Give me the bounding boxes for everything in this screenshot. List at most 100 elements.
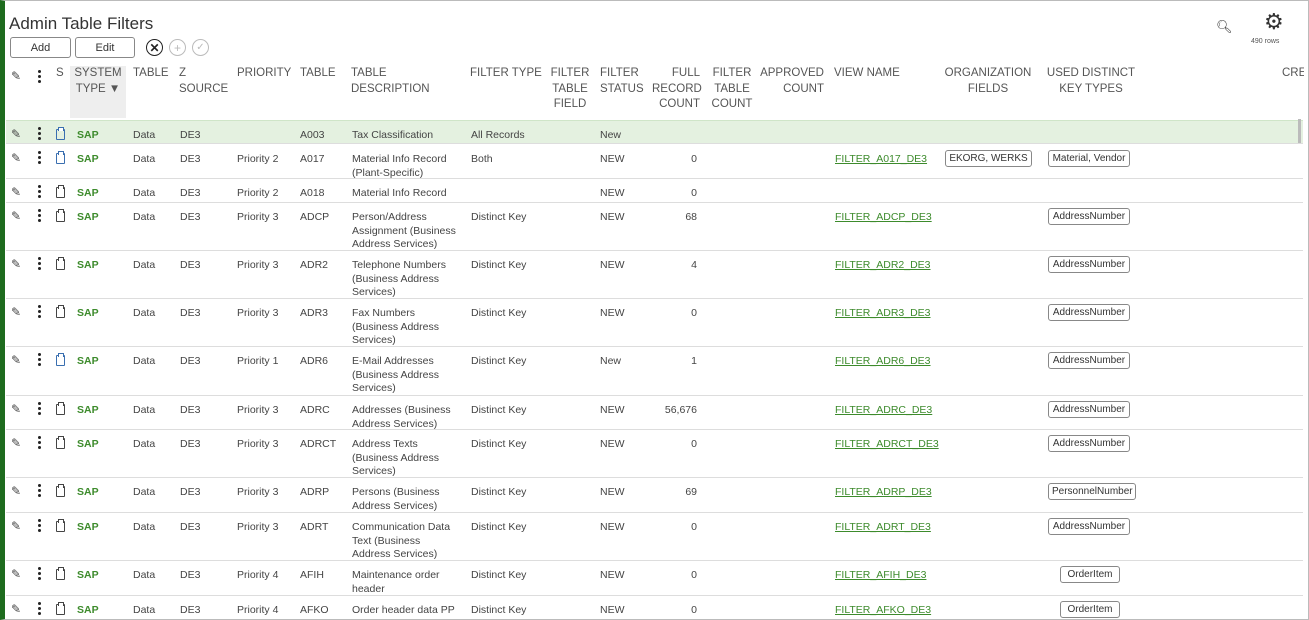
scrollbar[interactable] [1298, 119, 1301, 143]
pencil-icon[interactable]: ✎ [11, 258, 21, 270]
pencil-icon[interactable]: ✎ [11, 603, 21, 615]
kebab-menu-icon[interactable] [38, 209, 41, 222]
cell-view-name[interactable]: FILTER_ADCP_DE3 [835, 211, 932, 225]
clipboard-icon[interactable] [56, 353, 65, 366]
table-row[interactable]: ✎ SAP Data DE3 Priority 3 ADRC Addresses (Busi… [6, 396, 1303, 430]
table-row[interactable]: ✎ SAP Data DE3 Priority 3 ADRT Communication D… [6, 513, 1303, 561]
col-used-distinct-key-types[interactable]: USED DISTINCT KEY TYPES [1036, 66, 1146, 97]
cell-view-name[interactable]: FILTER_AFIH_DE3 [835, 569, 926, 583]
pencil-icon[interactable]: ✎ [11, 152, 21, 164]
clipboard-icon[interactable] [56, 519, 65, 532]
col-view-name[interactable]: VIEW NAME [834, 66, 914, 82]
cell-table-description: Address Texts (Business Address Services… [352, 438, 439, 477]
pencil-icon[interactable]: ✎ [11, 128, 21, 140]
table-row[interactable]: ✎ SAP Data DE3 Priority 1 ADR6 E-Mail Addresse… [6, 347, 1303, 396]
clipboard-icon[interactable] [56, 209, 65, 222]
cell-view-name[interactable]: FILTER_ADRCT_DE3 [835, 438, 939, 452]
pencil-icon[interactable]: ✎ [11, 354, 21, 366]
key-type-chip: PersonnelNumber [1048, 483, 1136, 500]
col-full-record-count[interactable]: FULL RECORD COUNT [652, 66, 702, 113]
table-row[interactable]: ✎ SAP Data DE3 Priority 4 AFKO Order header da… [6, 596, 1303, 620]
kebab-menu-icon[interactable] [38, 484, 41, 497]
pencil-icon[interactable]: ✎ [11, 437, 21, 449]
add-circle-icon[interactable]: + [169, 39, 186, 56]
pencil-icon[interactable]: ✎ [11, 186, 21, 198]
key-type-chip: OrderItem [1060, 601, 1120, 618]
col-cre[interactable]: CRE [1282, 66, 1304, 82]
cell-view-name[interactable]: FILTER_A017_DE3 [835, 153, 927, 167]
cell-full-record-count: 0 [691, 521, 697, 533]
kebab-menu-icon[interactable] [38, 519, 41, 532]
kebab-menu-icon[interactable] [38, 567, 41, 580]
cell-view-name[interactable]: FILTER_ADR3_DE3 [835, 307, 931, 321]
cell-filter-type: Distinct Key [471, 569, 527, 581]
kebab-menu-icon[interactable] [38, 353, 41, 366]
add-button[interactable]: Add [10, 37, 71, 58]
table-row[interactable]: ✎ SAP Data DE3 Priority 2 A017 Material Info R… [6, 145, 1303, 179]
table-row[interactable]: ✎ SAP Data DE3 Priority 3 ADR3 Fax Numbers (Bu… [6, 299, 1303, 347]
table-row[interactable]: ✎ SAP Data DE3 Priority 3 ADCP Person/Address … [6, 203, 1303, 251]
edit-button[interactable]: Edit [75, 37, 135, 58]
clipboard-icon[interactable] [56, 127, 65, 140]
clipboard-icon[interactable] [56, 602, 65, 615]
cell-view-name[interactable]: FILTER_ADRT_DE3 [835, 521, 931, 535]
clipboard-icon[interactable] [56, 305, 65, 318]
clipboard-icon[interactable] [56, 151, 65, 164]
clipboard-icon[interactable] [56, 257, 65, 270]
col-table-description[interactable]: TABLE DESCRIPTION [351, 66, 441, 97]
cell-view-name[interactable]: FILTER_ADRP_DE3 [835, 486, 932, 500]
cell-z-source: DE3 [180, 438, 201, 450]
table-row[interactable]: ✎ SAP Data DE3 Priority 3 ADRCT Address Texts … [6, 430, 1303, 478]
clipboard-icon[interactable] [56, 484, 65, 497]
cell-filter-status: NEW [600, 187, 625, 199]
col-table-name[interactable]: TABLE [300, 66, 344, 82]
col-filter-table-field[interactable]: FILTER TABLE FIELD [549, 66, 591, 113]
page-title: Admin Table Filters [9, 14, 154, 33]
search-icon[interactable]: 🔍︎ [1216, 19, 1233, 35]
clipboard-icon[interactable] [56, 436, 65, 449]
kebab-menu-icon[interactable] [38, 402, 41, 415]
clipboard-icon[interactable] [56, 402, 65, 415]
table-row[interactable]: ✎ SAP Data DE3 A003 Tax Classification All Rec… [6, 120, 1303, 144]
pencil-icon[interactable]: ✎ [11, 568, 21, 580]
cell-table-name: A017 [300, 153, 325, 165]
table-row[interactable]: ✎ SAP Data DE3 Priority 4 AFIH Maintenance ord… [6, 561, 1303, 596]
kebab-menu-icon[interactable] [38, 602, 41, 615]
pencil-icon[interactable]: ✎ [11, 485, 21, 497]
col-priority[interactable]: PRIORITY [237, 66, 295, 82]
pencil-icon[interactable]: ✎ [11, 403, 21, 415]
kebab-menu-icon[interactable] [38, 257, 41, 270]
cell-view-name[interactable]: FILTER_ADR2_DE3 [835, 259, 931, 273]
cell-view-name[interactable]: FILTER_AFKO_DE3 [835, 604, 931, 618]
col-system-type[interactable]: SYSTEM TYPE ▼ [70, 66, 126, 118]
cell-view-name[interactable]: FILTER_ADRC_DE3 [835, 404, 932, 418]
pencil-icon[interactable]: ✎ [11, 306, 21, 318]
col-z-source[interactable]: Z SOURCE [179, 66, 231, 97]
clipboard-icon[interactable] [56, 567, 65, 580]
pencil-icon[interactable]: ✎ [11, 210, 21, 222]
col-organization-fields[interactable]: ORGANIZATION FIELDS [944, 66, 1032, 97]
col-s[interactable]: S [56, 66, 68, 82]
confirm-check-icon[interactable]: ✓ [192, 39, 209, 56]
col-filter-status[interactable]: FILTER STATUS [600, 66, 644, 97]
pencil-icon[interactable]: ✎ [11, 520, 21, 532]
cell-filter-type: Distinct Key [471, 438, 527, 450]
kebab-menu-icon[interactable] [38, 151, 41, 164]
col-filter-table-count[interactable]: FILTER TABLE COUNT [711, 66, 753, 113]
kebab-menu-icon[interactable] [38, 305, 41, 318]
kebab-menu-icon[interactable] [38, 436, 41, 449]
kebab-menu-icon[interactable] [38, 127, 41, 140]
cell-table-name: A003 [300, 129, 325, 141]
table-row[interactable]: ✎ SAP Data DE3 Priority 2 A018 Material Info R… [6, 179, 1303, 203]
search-input[interactable] [1232, 16, 1260, 34]
clear-filter-icon[interactable]: ✕ [146, 39, 163, 56]
col-filter-type[interactable]: FILTER TYPE [470, 66, 544, 82]
gear-icon[interactable]: ⚙︎ [1264, 11, 1284, 33]
col-approved-count[interactable]: APPROVED COUNT [760, 66, 824, 97]
kebab-menu-icon[interactable] [38, 185, 41, 198]
table-row[interactable]: ✎ SAP Data DE3 Priority 3 ADRP Persons (Busine… [6, 478, 1303, 513]
col-table[interactable]: TABLE [133, 66, 173, 82]
cell-view-name[interactable]: FILTER_ADR6_DE3 [835, 355, 931, 369]
clipboard-icon[interactable] [56, 185, 65, 198]
table-row[interactable]: ✎ SAP Data DE3 Priority 3 ADR2 Telephone Numbe… [6, 251, 1303, 299]
